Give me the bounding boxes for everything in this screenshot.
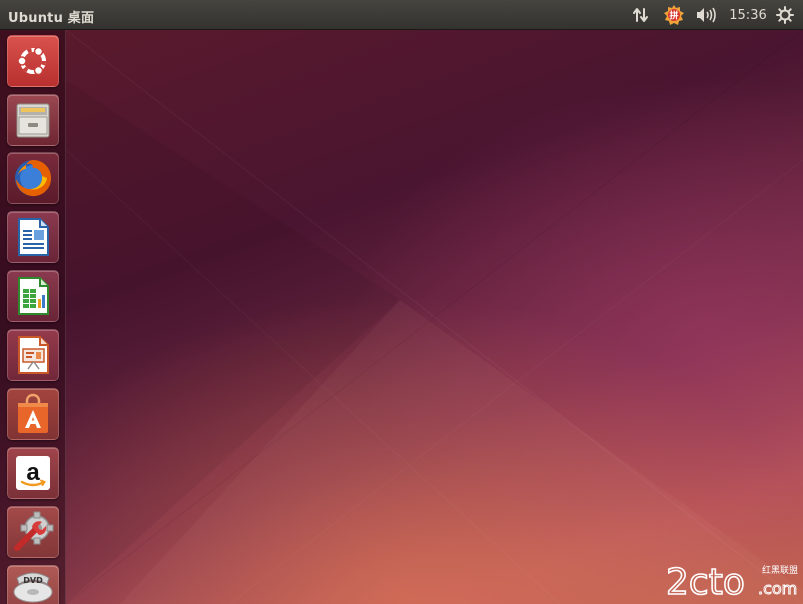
launcher-item-dvd-drive[interactable]: DVD: [7, 565, 59, 604]
launcher-item-dash-home[interactable]: [7, 35, 59, 87]
firefox-icon: [15, 160, 52, 197]
impress-presentation-icon: [18, 336, 49, 374]
input-method-indicator[interactable]: 拼: [662, 4, 686, 26]
network-indicator[interactable]: [630, 4, 652, 26]
watermark-suffix: .com: [758, 579, 797, 598]
file-cabinet-icon: [16, 103, 50, 138]
watermark-brand: 2cto: [666, 562, 745, 600]
svg-text:a: a: [26, 459, 40, 486]
watermark-sub: 红黑联盟: [762, 564, 798, 576]
writer-document-icon: [18, 218, 49, 256]
launcher-item-libreoffice-impress[interactable]: [7, 329, 59, 381]
window-title: Ubuntu 桌面: [8, 11, 95, 26]
session-indicator[interactable]: [774, 4, 796, 26]
unity-launcher: a DVD: [0, 30, 66, 604]
ubuntu-logo-icon: [17, 46, 46, 76]
launcher-item-firefox[interactable]: [7, 152, 59, 204]
launcher-item-ubuntu-software-center[interactable]: [7, 388, 59, 440]
volume-icon: [697, 7, 716, 23]
ime-label: 拼: [669, 10, 678, 22]
site-watermark: 2cto .com 红黑联盟: [664, 560, 802, 604]
gear-power-icon: [776, 6, 794, 24]
ubuntu-desktop-screen: Ubuntu 桌面 拼 15:36 a DVD 2cto .com 红黑联盟: [0, 0, 803, 604]
wrench-gear-icon: [14, 511, 54, 551]
amazon-icon: a: [16, 456, 50, 490]
watermark-logo: 2cto .com 红黑联盟: [665, 561, 798, 604]
launcher-item-libreoffice-writer[interactable]: [7, 211, 59, 263]
launcher-item-libreoffice-calc[interactable]: [7, 270, 59, 322]
fcitx-input-method-icon: 拼: [664, 5, 684, 25]
clock-indicator[interactable]: 15:36: [727, 4, 769, 26]
launcher-item-amazon[interactable]: a: [7, 447, 59, 499]
dvd-disc-icon: DVD: [13, 572, 53, 602]
network-updown-icon: [633, 8, 648, 22]
shopping-bag-icon: [18, 393, 48, 433]
svg-text:DVD: DVD: [23, 576, 43, 585]
launcher-item-files[interactable]: [7, 94, 59, 146]
launcher-item-system-settings[interactable]: [7, 506, 59, 558]
calc-spreadsheet-icon: [18, 277, 49, 315]
top-panel: Ubuntu 桌面 拼 15:36: [0, 0, 803, 30]
volume-indicator[interactable]: [694, 4, 718, 26]
wallpaper-pattern: [65, 30, 803, 604]
desktop-wallpaper[interactable]: [0, 30, 803, 604]
